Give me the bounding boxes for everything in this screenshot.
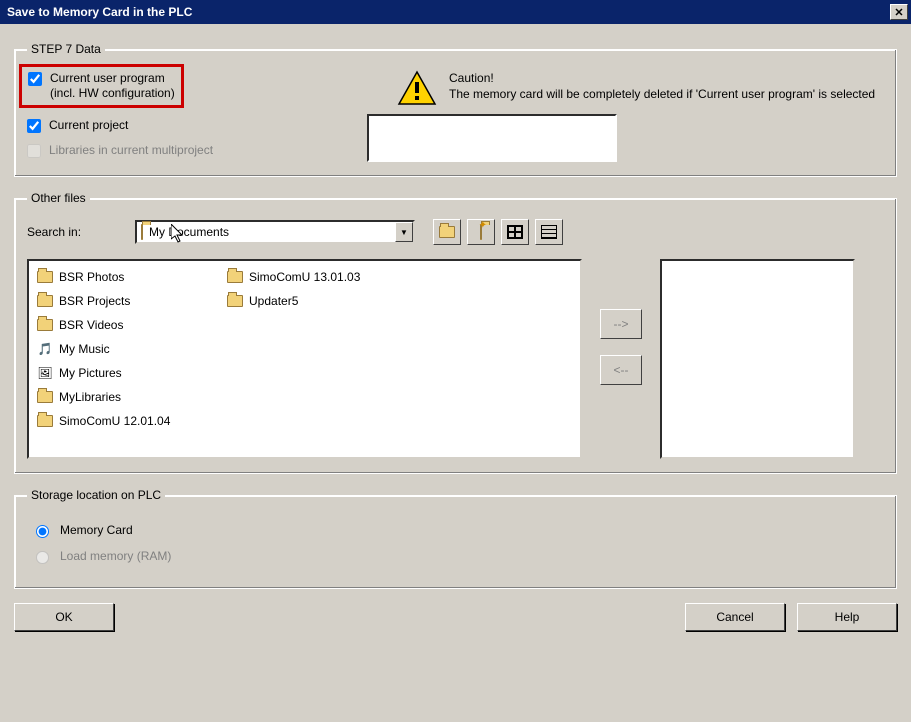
- step7-legend: STEP 7 Data: [27, 42, 105, 56]
- cancel-button[interactable]: Cancel: [685, 603, 785, 631]
- search-in-label: Search in:: [27, 225, 117, 239]
- titlebar: Save to Memory Card in the PLC ✕: [0, 0, 911, 24]
- radio-memory-card-input[interactable]: [36, 525, 49, 538]
- cancel-button-label: Cancel: [716, 610, 753, 624]
- list-item[interactable]: BSR Videos: [37, 315, 197, 335]
- checkbox-current-user-program[interactable]: Current user program (incl. HW configura…: [28, 71, 175, 101]
- list-item[interactable]: MyLibraries: [37, 387, 197, 407]
- chevron-down-icon[interactable]: ▼: [395, 222, 413, 242]
- new-folder-button[interactable]: ✦: [467, 219, 495, 245]
- checkbox-current-project-input[interactable]: [27, 119, 41, 133]
- file-list-right[interactable]: [660, 259, 855, 459]
- music-icon: 🎵: [37, 342, 53, 356]
- list-item-label: BSR Projects: [59, 294, 130, 308]
- list-icon: [541, 225, 557, 239]
- list-item-label: BSR Videos: [59, 318, 123, 332]
- storage-group: Storage location on PLC Memory Card Load…: [14, 488, 897, 589]
- folder-icon: [37, 271, 53, 283]
- file-toolbar: ✦: [433, 219, 563, 245]
- folder-icon: [37, 391, 53, 403]
- other-files-group: Other files Search in: My Documents ▼: [14, 191, 897, 474]
- list-item[interactable]: BSR Photos: [37, 267, 197, 287]
- radio-load-memory: Load memory (RAM): [31, 548, 884, 564]
- caution-text: Caution! The memory card will be complet…: [449, 70, 875, 102]
- other-files-legend: Other files: [27, 191, 90, 205]
- storage-legend: Storage location on PLC: [27, 488, 165, 502]
- view-details-button[interactable]: [535, 219, 563, 245]
- radio-load-memory-input: [36, 551, 49, 564]
- close-button[interactable]: ✕: [890, 4, 908, 20]
- list-item[interactable]: 🎵 My Music: [37, 339, 197, 359]
- caution-head: Caution!: [449, 70, 875, 86]
- list-item[interactable]: 🖼 My Pictures: [37, 363, 197, 383]
- folder-icon: [227, 271, 243, 283]
- search-in-value: My Documents: [149, 225, 395, 239]
- list-item[interactable]: SimoComU 13.01.03: [227, 267, 387, 287]
- up-one-level-button[interactable]: [433, 219, 461, 245]
- checkbox-libraries: Libraries in current multiproject: [27, 143, 347, 158]
- folder-icon: [141, 225, 143, 239]
- step7-group: STEP 7 Data Current user program (incl. …: [14, 42, 897, 177]
- checkbox-libraries-label: Libraries in current multiproject: [49, 143, 213, 158]
- help-button[interactable]: Help: [797, 603, 897, 631]
- folder-icon: [37, 415, 53, 427]
- ok-button[interactable]: OK: [14, 603, 114, 631]
- folder-icon: [37, 319, 53, 331]
- checkbox-current-user-program-input[interactable]: [28, 72, 42, 86]
- radio-memory-card-label: Memory Card: [60, 523, 133, 537]
- pictures-icon: 🖼: [37, 366, 53, 380]
- list-item-label: SimoComU 12.01.04: [59, 414, 170, 428]
- folder-up-icon: [439, 226, 455, 238]
- search-in-combo[interactable]: My Documents ▼: [135, 220, 415, 244]
- view-list-button[interactable]: [501, 219, 529, 245]
- radio-memory-card[interactable]: Memory Card: [31, 522, 884, 538]
- folder-icon: [227, 295, 243, 307]
- list-item[interactable]: SimoComU 12.01.04: [37, 411, 197, 431]
- window-title: Save to Memory Card in the PLC: [3, 5, 890, 19]
- grid-icon: [507, 225, 523, 239]
- checkbox-current-project-label: Current project: [49, 118, 128, 133]
- list-item-label: My Pictures: [59, 366, 122, 380]
- list-item-label: SimoComU 13.01.03: [249, 270, 360, 284]
- ok-button-label: OK: [55, 610, 72, 624]
- warning-icon: [397, 70, 437, 106]
- radio-load-memory-label: Load memory (RAM): [60, 549, 171, 563]
- list-item[interactable]: Updater5: [227, 291, 387, 311]
- list-item[interactable]: BSR Projects: [37, 291, 197, 311]
- arrow-right-icon: -->: [614, 317, 629, 331]
- checkbox-libraries-input: [27, 144, 41, 158]
- libraries-list[interactable]: [367, 114, 617, 162]
- add-file-button[interactable]: -->: [600, 309, 642, 339]
- highlight-current-user-program: Current user program (incl. HW configura…: [19, 64, 184, 108]
- new-folder-icon: ✦: [480, 225, 482, 239]
- folder-icon: [37, 295, 53, 307]
- remove-file-button[interactable]: <--: [600, 355, 642, 385]
- list-item-label: BSR Photos: [59, 270, 124, 284]
- list-item-label: MyLibraries: [59, 390, 121, 404]
- checkbox-current-user-program-label: Current user program (incl. HW configura…: [50, 71, 175, 101]
- list-item-label: Updater5: [249, 294, 298, 308]
- list-item-label: My Music: [59, 342, 110, 356]
- caution-body: The memory card will be completely delet…: [449, 86, 875, 102]
- arrow-left-icon: <--: [614, 363, 629, 377]
- help-button-label: Help: [835, 610, 860, 624]
- checkbox-current-project[interactable]: Current project: [27, 118, 347, 133]
- file-list-left[interactable]: BSR Photos BSR Projects BSR Videos 🎵 My M…: [27, 259, 582, 459]
